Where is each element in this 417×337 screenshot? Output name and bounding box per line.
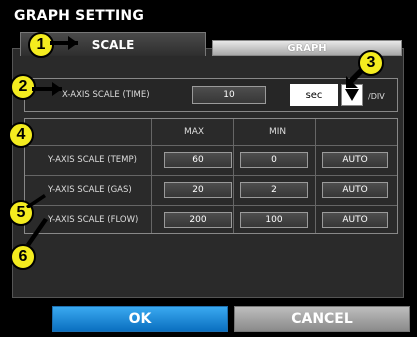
gas-max-field[interactable]: 20 — [164, 182, 232, 198]
row-label-gas: Y-AXIS SCALE (GAS) — [48, 185, 132, 195]
x-axis-label: X-AXIS SCALE (TIME) — [62, 90, 150, 100]
row-label-flow: Y-AXIS SCALE (FLOW) — [48, 215, 139, 225]
temp-auto-button[interactable]: AUTO — [322, 152, 388, 168]
marker-6: 6 — [10, 244, 36, 270]
row-label-temp: Y-AXIS SCALE (TEMP) — [48, 155, 137, 165]
marker-5-arrow-icon — [26, 194, 46, 208]
chevron-down-icon — [345, 89, 359, 101]
marker-2-arrow-icon — [32, 82, 62, 96]
flow-min-field[interactable]: 100 — [240, 212, 308, 228]
tab-graph-label: GRAPH — [287, 42, 327, 54]
marker-3-arrow-icon — [346, 68, 364, 88]
gas-min-field[interactable]: 2 — [240, 182, 308, 198]
ok-button[interactable]: OK — [52, 306, 228, 332]
marker-1-arrow-icon — [50, 36, 78, 50]
flow-max-field[interactable]: 200 — [164, 212, 232, 228]
temp-min-field[interactable]: 0 — [240, 152, 308, 168]
flow-auto-button[interactable]: AUTO — [322, 212, 388, 228]
per-div-label: /DIV — [368, 92, 385, 101]
header-min: MIN — [269, 127, 287, 137]
gas-auto-button[interactable]: AUTO — [322, 182, 388, 198]
temp-max-field[interactable]: 60 — [164, 152, 232, 168]
time-unit-select[interactable]: sec — [290, 84, 338, 106]
x-axis-value-field[interactable]: 10 — [192, 86, 266, 104]
window-title: GRAPH SETTING — [14, 8, 145, 24]
marker-4: 4 — [8, 122, 34, 148]
cancel-button[interactable]: CANCEL — [234, 306, 410, 332]
header-max: MAX — [184, 127, 205, 137]
tab-scale-label: SCALE — [91, 37, 135, 52]
marker-6-arrow-icon — [26, 218, 48, 246]
